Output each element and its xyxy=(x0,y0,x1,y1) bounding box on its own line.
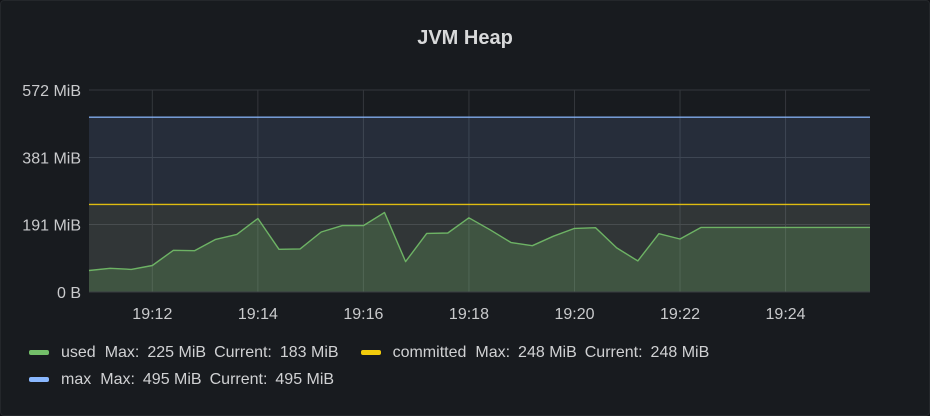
y-tick-label: 572 MiB xyxy=(22,83,81,100)
legend-swatch-max xyxy=(29,377,49,382)
legend-row: max Max: 495 MiB Current: 495 MiB xyxy=(29,366,731,393)
legend-series-name: used xyxy=(61,343,96,361)
y-tick-label: 381 MiB xyxy=(22,150,81,167)
y-axis: 0 B 191 MiB 381 MiB 572 MiB xyxy=(22,83,81,302)
legend-stat-current: 495 MiB xyxy=(275,370,335,388)
x-tick-label: 19:16 xyxy=(343,306,383,323)
y-tick-label: 191 MiB xyxy=(22,218,81,235)
x-axis: 19:12 19:14 19:16 19:18 19:20 19:22 19:24 xyxy=(89,291,870,323)
x-tick-label: 19:12 xyxy=(132,306,172,323)
legend-row: used Max: 225 MiB Current: 183 MiB commi… xyxy=(29,339,731,366)
legend-stat-current: 248 MiB xyxy=(650,343,710,361)
legend-stat-current: 183 MiB xyxy=(279,343,339,361)
y-tick-label: 0 B xyxy=(57,285,81,302)
x-tick-label: 19:14 xyxy=(238,306,278,323)
legend-stat-max-label: Max: xyxy=(104,343,140,361)
x-tick-label: 19:20 xyxy=(554,306,594,323)
legend-series-name: committed xyxy=(392,343,467,361)
legend-stat-current-label: Current: xyxy=(214,343,272,361)
legend-stat-max: 225 MiB xyxy=(147,343,207,361)
legend-stat-max: 495 MiB xyxy=(142,370,202,388)
legend-stat-max-label: Max: xyxy=(475,343,511,361)
chart-svg: 0 B 191 MiB 381 MiB 572 MiB 19:12 19:14 19:16… xyxy=(22,83,870,323)
legend-swatch-committed xyxy=(360,350,381,355)
legend-item-used[interactable]: used Max: 225 MiB Current: 183 MiB xyxy=(29,344,347,362)
legend-stat-current-label: Current: xyxy=(584,343,643,361)
legend-stat-max-label: Max: xyxy=(100,370,135,388)
legend-series-name: max xyxy=(61,370,92,388)
x-tick-label: 19:24 xyxy=(766,306,806,323)
legend-stat-current-label: Current: xyxy=(209,370,268,388)
x-tick-label: 19:18 xyxy=(449,306,489,323)
x-tick-label: 19:22 xyxy=(660,306,700,323)
legend-item-committed[interactable]: committed Max: 248 MiB Current: 248 MiB xyxy=(360,343,718,362)
chart-panel: JVM Heap 0 B 191 MiB 381 MiB 572 MiB 19:12 1… xyxy=(0,0,930,416)
legend-item-max[interactable]: max Max: 495 MiB Current: 495 MiB xyxy=(29,371,342,389)
legend-stat-max: 248 MiB xyxy=(518,343,577,361)
legend-swatch-used xyxy=(29,350,49,355)
legend: used Max: 225 MiB Current: 183 MiB commi… xyxy=(29,339,731,393)
